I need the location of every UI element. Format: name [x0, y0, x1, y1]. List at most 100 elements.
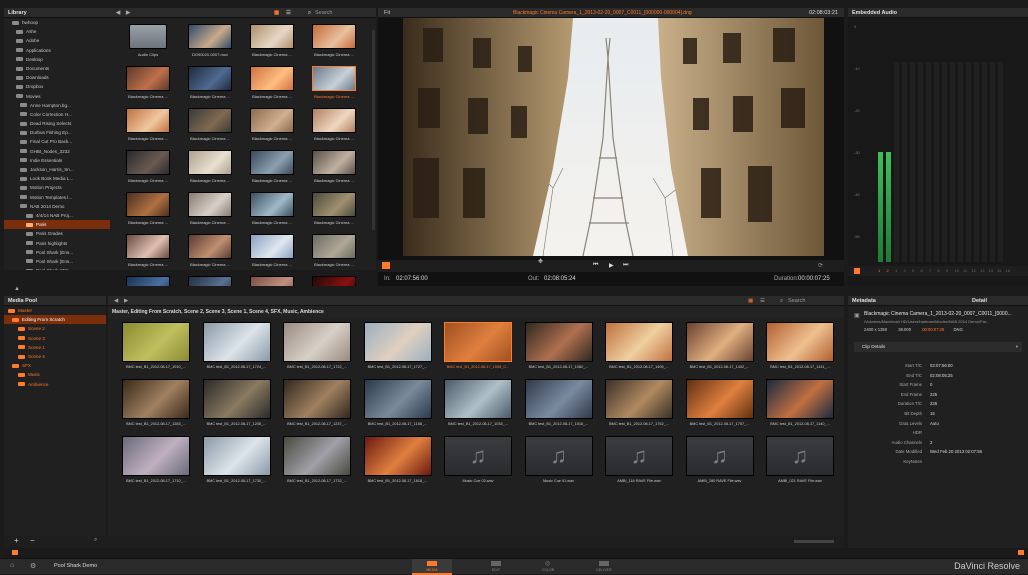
library-thumbnail[interactable] — [312, 150, 356, 175]
video-clip-thumbnail[interactable] — [685, 379, 754, 419]
video-clip-thumbnail[interactable] — [283, 436, 351, 476]
library-tree-item[interactable]: Adobe — [4, 36, 110, 45]
scrubber-playhead-icon[interactable]: ✥ — [538, 258, 543, 265]
library-thumbnail[interactable] — [250, 24, 294, 49]
library-tree-item[interactable]: 4/4/14 NAB Proj... — [4, 211, 110, 220]
metadata-value[interactable]: 02:08:05:25 — [930, 372, 953, 380]
library-tree-item[interactable]: Movies — [4, 92, 110, 101]
video-clip-thumbnail[interactable] — [122, 436, 190, 476]
library-thumbnail[interactable] — [126, 108, 170, 133]
grid-view-icon[interactable]: ▦ — [748, 296, 753, 306]
media-pool-bin[interactable]: SFX — [4, 361, 106, 370]
media-pool-scrollbar[interactable] — [794, 540, 834, 543]
library-thumbnail[interactable] — [312, 192, 356, 217]
library-tree-item[interactable]: Desktop — [4, 55, 110, 64]
media-pool-bin[interactable]: Scene 3 — [4, 334, 106, 343]
metadata-value[interactable]: 226 — [930, 400, 937, 408]
library-tree-item[interactable]: Documents — [4, 64, 110, 73]
video-clip-thumbnail[interactable] — [122, 322, 190, 362]
audio-clip-thumbnail[interactable]: ♫ — [605, 436, 673, 476]
library-thumbnail[interactable] — [250, 108, 294, 133]
library-thumbnail[interactable] — [250, 192, 294, 217]
library-search-input[interactable]: Search — [315, 8, 332, 18]
forward-arrow-icon[interactable]: ▶ — [124, 296, 128, 306]
video-clip-thumbnail[interactable] — [605, 322, 673, 362]
video-clip-thumbnail[interactable] — [605, 379, 673, 419]
viewer-option-icon[interactable] — [382, 262, 390, 269]
library-thumbnail[interactable] — [312, 108, 356, 133]
media-pool-bin[interactable]: Master — [4, 306, 106, 315]
grid-view-icon[interactable]: ▦ — [274, 8, 279, 18]
audio-channel-label[interactable]: 12 — [972, 268, 976, 273]
play-icon[interactable]: ▶ — [609, 262, 614, 269]
library-tree-item[interactable]: GHBt_Nodes_3232 — [4, 147, 110, 156]
remove-bin-button[interactable]: − — [30, 536, 35, 545]
library-tree-item[interactable]: Pool Shark (Ens... — [4, 248, 110, 257]
metadata-value[interactable]: 16 — [930, 410, 935, 418]
library-tree-item[interactable]: Durbus Fishing Ep... — [4, 128, 110, 137]
audio-clip-thumbnail[interactable]: ♫ — [444, 436, 512, 476]
media-pool-search-input[interactable]: Search — [788, 296, 805, 306]
audio-clip-thumbnail[interactable]: ♫ — [766, 436, 834, 476]
video-clip-thumbnail[interactable] — [524, 322, 593, 362]
upper-lower-divider[interactable]: ▲ — [4, 286, 1028, 296]
video-clip-thumbnail[interactable] — [363, 436, 432, 476]
metadata-tab-detail[interactable]: Detail — [972, 296, 987, 306]
library-thumbnail[interactable] — [312, 66, 356, 91]
audio-channel-label[interactable]: 8 — [938, 268, 940, 273]
viewer-image[interactable] — [403, 18, 824, 256]
metadata-value[interactable]: Wed Feb 20 2013 02:07:56 — [930, 448, 982, 456]
add-bin-button[interactable]: + — [14, 536, 19, 545]
in-timecode[interactable]: 02:07:56:00 — [396, 273, 428, 285]
library-thumbnail[interactable] — [126, 66, 170, 91]
library-tree-item[interactable]: Motion Templates.l... — [4, 193, 110, 202]
library-thumbnail[interactable] — [312, 234, 356, 259]
video-clip-thumbnail[interactable] — [122, 379, 190, 419]
audio-channel-label[interactable]: 16 — [1006, 268, 1010, 273]
library-thumbnail[interactable] — [126, 150, 170, 175]
library-tree-item[interactable]: Pool Shark (Ens... — [4, 257, 110, 266]
media-pool-bin[interactable]: Scene 2 — [4, 324, 106, 333]
out-timecode[interactable]: 02:08:05:24 — [544, 273, 576, 285]
audio-channel-label[interactable]: 5 — [912, 268, 914, 273]
list-view-icon[interactable]: ☰ — [760, 296, 765, 306]
audio-channel-label[interactable]: 15 — [997, 268, 1001, 273]
library-thumbnail[interactable] — [188, 24, 232, 49]
library-thumbnail[interactable] — [188, 234, 232, 259]
audio-channel-label[interactable]: 3 — [895, 268, 897, 273]
video-clip-thumbnail[interactable] — [444, 379, 512, 419]
settings-gear-icon[interactable]: ⚙ — [30, 562, 36, 570]
audio-channel-label[interactable]: 13 — [980, 268, 984, 273]
audio-clips-folder[interactable] — [129, 24, 167, 49]
page-edit-button[interactable]: EDIT — [476, 559, 516, 575]
library-thumbnail[interactable] — [250, 150, 294, 175]
library-tree-item[interactable]: NAB 2014 Demo — [4, 202, 110, 211]
media-pool-bin[interactable]: Ambience — [4, 380, 106, 389]
library-tree-item[interactable]: Pool Shark SFX — [4, 266, 110, 270]
video-clip-thumbnail[interactable] — [283, 322, 351, 362]
metadata-value[interactable]: 02:07:56:00 — [930, 362, 953, 370]
library-thumbnail[interactable] — [188, 150, 232, 175]
audio-channel-label[interactable]: 6 — [921, 268, 923, 273]
library-tree-item[interactable]: Downloads — [4, 73, 110, 82]
list-view-icon[interactable]: ☰ — [286, 8, 291, 18]
jog-back-icon[interactable]: ⏮ — [593, 262, 598, 269]
library-tree-item[interactable]: Look Book Media L... — [4, 174, 110, 183]
library-tree-item[interactable]: Final Cut Pro Back... — [4, 137, 110, 146]
library-tree-item[interactable]: Color Correction H... — [4, 110, 110, 119]
library-tree-item[interactable]: Jackson_Harris_Sn... — [4, 165, 110, 174]
library-tree-item[interactable]: Paris Grades — [4, 229, 110, 238]
library-tree-item[interactable]: Dropbox — [4, 82, 110, 91]
back-arrow-icon[interactable]: ◀ — [116, 8, 120, 18]
library-scrollbar[interactable] — [372, 30, 375, 230]
clip-details-dropdown[interactable]: Clip Details ▾ — [854, 342, 1022, 352]
back-arrow-icon[interactable]: ◀ — [114, 296, 118, 306]
home-icon[interactable]: ⌂ — [10, 562, 14, 569]
library-thumbnail[interactable] — [126, 192, 170, 217]
audio-channel-label[interactable]: 10 — [955, 268, 959, 273]
library-tree-item[interactable]: Paris highlights — [4, 239, 110, 248]
library-tree-item[interactable]: Indie Essentials — [4, 156, 110, 165]
audio-channel-label[interactable]: 14 — [989, 268, 993, 273]
library-thumbnail[interactable] — [312, 24, 356, 49]
fit-dropdown[interactable]: Fit — [384, 8, 390, 18]
